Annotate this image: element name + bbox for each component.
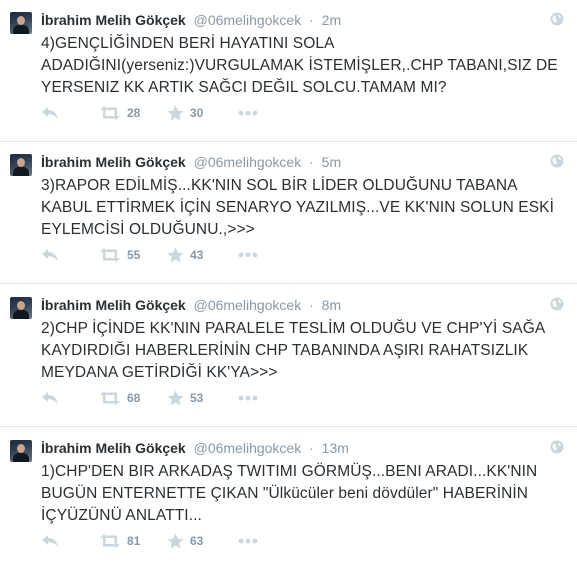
tweet-actions: 68 53 [41, 389, 258, 407]
retweet-icon [100, 248, 120, 262]
globe-icon[interactable] [550, 297, 564, 311]
tweet-text: 2)CHP İÇİNDE KK'NIN PARALELE TESLİM OLDU… [41, 320, 545, 381]
retweet-button[interactable]: 28 [99, 106, 145, 120]
favorite-count: 30 [190, 106, 204, 120]
reply-icon [42, 535, 58, 547]
more-icon[interactable] [238, 395, 258, 401]
retweet-icon [100, 391, 120, 405]
tweet-header: İbrahim Melih Gökçek @06melihgokcek · 8m [41, 295, 341, 315]
reply-button[interactable] [41, 248, 59, 262]
avatar[interactable] [10, 440, 32, 462]
star-icon [167, 533, 184, 549]
favorite-button[interactable]: 43 [167, 247, 208, 263]
separator-dot: · [309, 297, 314, 313]
favorite-button[interactable]: 63 [167, 533, 208, 549]
tweet[interactable]: İbrahim Melih Gökçek @06melihgokcek · 2m… [0, 0, 577, 142]
fullname[interactable]: İbrahim Melih Gökçek [41, 440, 186, 456]
star-icon [167, 390, 184, 406]
globe-icon[interactable] [550, 12, 564, 26]
reply-button[interactable] [41, 534, 59, 548]
tweet-actions: 55 43 [41, 246, 258, 264]
more-icon[interactable] [238, 110, 258, 116]
fullname[interactable]: İbrahim Melih Gökçek [41, 297, 186, 313]
separator-dot: · [309, 440, 314, 456]
favorite-count: 53 [190, 391, 204, 405]
globe-icon[interactable] [550, 440, 564, 454]
retweet-button[interactable]: 81 [99, 534, 145, 548]
timestamp[interactable]: 5m [322, 154, 341, 170]
retweet-count: 81 [127, 534, 141, 548]
username[interactable]: @06melihgokcek [194, 440, 302, 456]
star-icon [167, 105, 184, 121]
separator-dot: · [309, 154, 314, 170]
fullname[interactable]: İbrahim Melih Gökçek [41, 12, 186, 28]
favorite-count: 63 [190, 534, 204, 548]
reply-icon [42, 249, 58, 261]
reply-icon [42, 392, 58, 404]
tweet-timeline: İbrahim Melih Gökçek @06melihgokcek · 2m… [0, 0, 577, 570]
tweet-header: İbrahim Melih Gökçek @06melihgokcek · 2m [41, 10, 341, 30]
avatar[interactable] [10, 12, 32, 34]
retweet-count: 68 [127, 391, 141, 405]
separator-dot: · [309, 12, 314, 28]
tweet-actions: 28 30 [41, 104, 258, 122]
timestamp[interactable]: 2m [322, 12, 341, 28]
retweet-button[interactable]: 68 [99, 391, 145, 405]
tweet-text: 4)GENÇLİĞİNDEN BERİ HAYATINI SOLA ADADIĞ… [41, 35, 558, 96]
globe-icon[interactable] [550, 154, 564, 168]
tweet[interactable]: İbrahim Melih Gökçek @06melihgokcek · 8m… [0, 285, 577, 427]
favorite-count: 43 [190, 248, 204, 262]
timestamp[interactable]: 8m [322, 297, 341, 313]
tweet-header: İbrahim Melih Gökçek @06melihgokcek · 13… [41, 438, 349, 458]
tweet[interactable]: İbrahim Melih Gökçek @06melihgokcek · 13… [0, 428, 577, 570]
avatar[interactable] [10, 297, 32, 319]
more-icon[interactable] [238, 538, 258, 544]
timestamp[interactable]: 13m [322, 440, 349, 456]
tweet-header: İbrahim Melih Gökçek @06melihgokcek · 5m [41, 152, 341, 172]
retweet-icon [100, 534, 120, 548]
reply-icon [42, 107, 58, 119]
tweet-text: 3)RAPOR EDİLMİŞ...KK'NIN SOL BİR LİDER O… [41, 177, 555, 238]
star-icon [167, 247, 184, 263]
retweet-button[interactable]: 55 [99, 248, 145, 262]
more-icon[interactable] [238, 252, 258, 258]
username[interactable]: @06melihgokcek [194, 297, 302, 313]
reply-button[interactable] [41, 106, 59, 120]
fullname[interactable]: İbrahim Melih Gökçek [41, 154, 186, 170]
avatar[interactable] [10, 154, 32, 176]
reply-button[interactable] [41, 391, 59, 405]
retweet-count: 55 [127, 248, 141, 262]
retweet-icon [100, 106, 120, 120]
tweet-text: 1)CHP'DEN BIR ARKADAŞ TWITIMI GÖRMÜŞ...B… [41, 463, 538, 524]
username[interactable]: @06melihgokcek [194, 154, 302, 170]
tweet[interactable]: İbrahim Melih Gökçek @06melihgokcek · 5m… [0, 142, 577, 284]
retweet-count: 28 [127, 106, 141, 120]
favorite-button[interactable]: 53 [167, 390, 208, 406]
tweet-actions: 81 63 [41, 532, 258, 550]
favorite-button[interactable]: 30 [167, 105, 208, 121]
username[interactable]: @06melihgokcek [194, 12, 302, 28]
